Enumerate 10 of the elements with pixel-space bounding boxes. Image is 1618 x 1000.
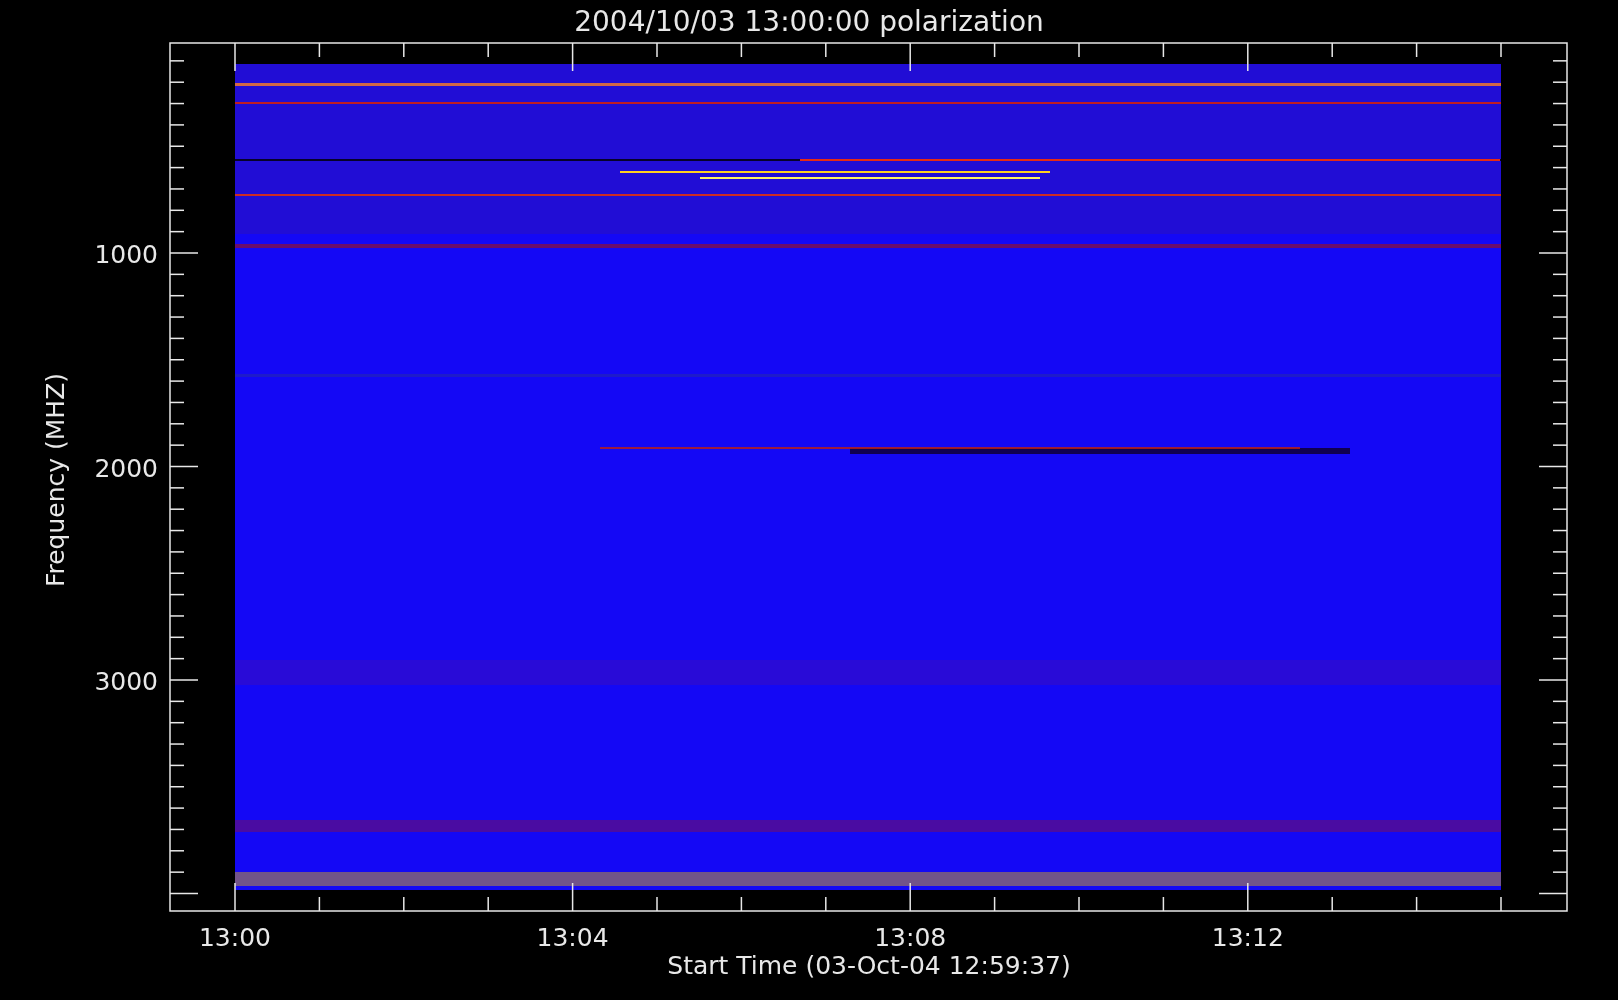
x-tick-label: 13:08	[874, 923, 947, 952]
plot-title: 2004/10/03 13:00:00 polarization	[574, 5, 1044, 38]
x-axis-title: Start Time (03-Oct-04 12:59:37)	[667, 951, 1071, 980]
x-tick-label: 13:12	[1211, 923, 1284, 952]
y-axis-title: Frequency (MHZ)	[41, 372, 70, 588]
y-tick-label: 3000	[94, 667, 158, 696]
x-tick-label: 13:04	[536, 923, 609, 952]
x-tick-label: 13:00	[199, 923, 271, 952]
y-tick-label: 1000	[94, 240, 158, 269]
y-tick-label: 2000	[94, 453, 158, 483]
